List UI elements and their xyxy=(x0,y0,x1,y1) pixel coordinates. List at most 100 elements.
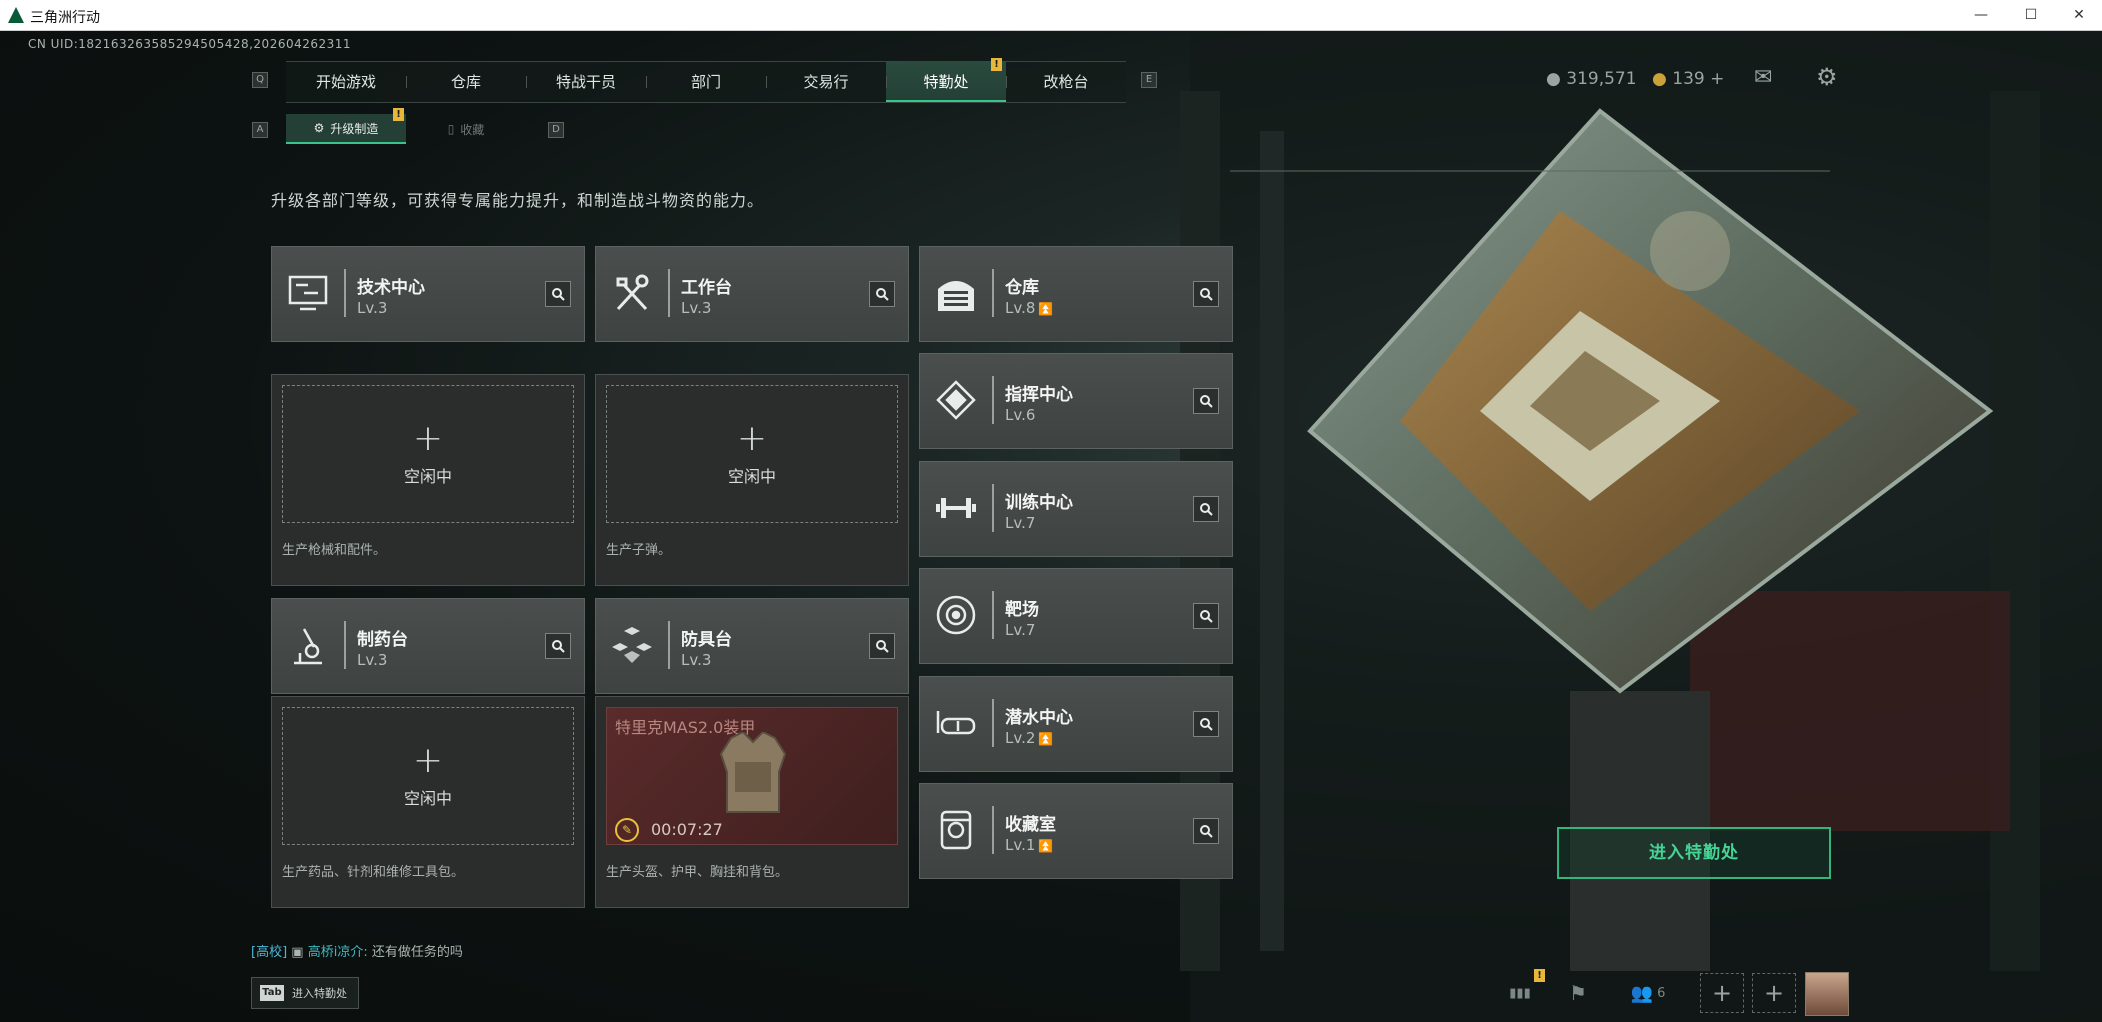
production-slot-pharmacy[interactable]: + 空闲中 生产药品、针剂和维修工具包。 xyxy=(271,696,585,908)
card-separator xyxy=(668,269,670,317)
facility-level: Lv.7 xyxy=(1005,514,1036,532)
subtab-collection-label: 收藏 xyxy=(460,122,485,137)
production-slot-workbench[interactable]: + 空闲中 生产子弹。 xyxy=(595,374,909,586)
prev-subtab-key: A xyxy=(252,122,268,138)
stats-alert-badge: ! xyxy=(1534,969,1545,982)
slot-description: 生产子弹。 xyxy=(606,543,672,558)
facility-level-text: Lv.1 xyxy=(1005,836,1036,854)
friends-button[interactable]: 👥 6 xyxy=(1620,975,1676,1011)
tab-shortcut-hint[interactable]: Tab 进入特勤处 xyxy=(251,977,359,1009)
idle-slot[interactable]: + 空闲中 xyxy=(606,385,898,523)
active-production[interactable]: 特里克MAS2.0装甲 ✎ 00:07:27 xyxy=(606,707,898,845)
ticket-icon: ● xyxy=(1652,69,1667,89)
facility-card-collection[interactable]: 收藏室 Lv.1 ⏫ xyxy=(919,783,1233,879)
facility-card-range[interactable]: 靶场 Lv.7 xyxy=(919,568,1233,664)
sub-tabs: ⚙ 升级制造 ! ▯ 收藏 xyxy=(286,108,526,144)
tools-icon xyxy=(610,271,654,315)
facility-name: 技术中心 xyxy=(357,278,425,298)
diving-mask-icon xyxy=(934,701,978,745)
main-tabs: 开始游戏 仓库 特战干员 部门 交易行 特勤处! 改枪台 xyxy=(286,58,1126,103)
microscope-icon xyxy=(286,623,330,667)
card-separator xyxy=(992,591,994,639)
tab-start-game[interactable]: 开始游戏 xyxy=(286,62,406,102)
add-teammate-button[interactable]: + xyxy=(1752,973,1796,1013)
card-separator xyxy=(992,269,994,317)
gear-icon[interactable]: ⚙ xyxy=(1816,63,1838,91)
monitor-icon xyxy=(286,271,330,315)
add-teammate-button[interactable]: + xyxy=(1700,973,1744,1013)
search-icon[interactable] xyxy=(869,633,895,659)
chat-message[interactable]: [高校] ▣ 高桥i凉介: 还有做任务的吗 xyxy=(251,941,463,960)
vault-icon xyxy=(934,808,978,852)
avatar[interactable] xyxy=(1805,972,1849,1016)
plus-icon: + xyxy=(412,740,444,781)
player-uid: CN UID:182163263585294505428,20260426231… xyxy=(28,37,352,51)
search-icon[interactable] xyxy=(545,281,571,307)
facility-card-armor[interactable]: 防具台 Lv.3 xyxy=(595,598,909,694)
facility-name: 仓库 xyxy=(1005,278,1039,298)
tab-warehouse[interactable]: 仓库 xyxy=(406,62,526,102)
production-slot-tech[interactable]: + 空闲中 生产枪械和配件。 xyxy=(271,374,585,586)
add-currency-button[interactable]: + xyxy=(1710,69,1724,89)
stats-icon[interactable]: ▮▮▮! xyxy=(1500,969,1545,1011)
tab-departments[interactable]: 部门 xyxy=(646,62,766,102)
subtab-alert-badge: ! xyxy=(393,108,404,121)
prev-tab-key: Q xyxy=(252,72,268,88)
close-button[interactable]: ✕ xyxy=(2056,0,2102,31)
card-separator xyxy=(344,621,346,669)
search-icon[interactable] xyxy=(1193,711,1219,737)
idle-label: 空闲中 xyxy=(403,467,452,486)
idle-slot[interactable]: + 空闲中 xyxy=(282,385,574,523)
ticket-amount: 139 xyxy=(1672,69,1705,89)
ticket-balance[interactable]: ● 139 + xyxy=(1652,69,1724,89)
flag-icon[interactable]: ⚑ xyxy=(1558,975,1598,1011)
tab-hint-label: 进入特勤处 xyxy=(292,987,347,1000)
tab-gunsmith[interactable]: 改枪台 xyxy=(1006,62,1126,102)
search-icon[interactable] xyxy=(1193,603,1219,629)
mail-icon[interactable]: ✉ xyxy=(1754,65,1772,90)
maximize-button[interactable]: ☐ xyxy=(2008,0,2054,31)
search-icon[interactable] xyxy=(1193,818,1219,844)
game-viewport: CN UID:182163263585294505428,20260426231… xyxy=(0,31,2102,1022)
search-icon[interactable] xyxy=(1193,281,1219,307)
tab-market[interactable]: 交易行 xyxy=(766,62,886,102)
facility-name: 潜水中心 xyxy=(1005,708,1073,728)
tab-operators[interactable]: 特战干员 xyxy=(526,62,646,102)
production-slot-armor[interactable]: 特里克MAS2.0装甲 ✎ 00:07:27 生产头盔、护甲、胸挂和背包。 xyxy=(595,696,909,908)
tab-special-ops-label: 特勤处 xyxy=(923,73,969,91)
subtab-collection[interactable]: ▯ 收藏 xyxy=(406,114,526,144)
facility-card-training[interactable]: 训练中心 Lv.7 xyxy=(919,461,1233,557)
search-icon[interactable] xyxy=(1193,496,1219,522)
subtab-upgrade[interactable]: ⚙ 升级制造 ! xyxy=(286,108,406,144)
minimize-button[interactable]: — xyxy=(1958,0,2004,31)
search-icon[interactable] xyxy=(1193,388,1219,414)
window-titlebar: 三角洲行动 — ☐ ✕ xyxy=(0,0,2102,31)
app-icon xyxy=(8,7,24,23)
upgrade-arrow-icon: ⏫ xyxy=(1038,839,1054,853)
armor-vest-image xyxy=(719,732,787,813)
facility-card-warehouse[interactable]: 仓库 Lv.8 ⏫ xyxy=(919,246,1233,342)
plus-icon: + xyxy=(412,418,444,459)
enter-special-ops-button[interactable]: 进入特勤处 xyxy=(1557,827,1831,879)
facility-level: Lv.7 xyxy=(1005,621,1036,639)
plus-icon: + xyxy=(736,418,768,459)
facility-card-tech[interactable]: 技术中心 Lv.3 xyxy=(271,246,585,342)
facility-level-text: Lv.2 xyxy=(1005,729,1036,747)
chat-channel: [高校] xyxy=(251,945,288,960)
idle-slot[interactable]: + 空闲中 xyxy=(282,707,574,845)
facility-card-diving[interactable]: 潜水中心 Lv.2 ⏫ xyxy=(919,676,1233,772)
target-icon xyxy=(934,593,978,637)
card-separator xyxy=(992,484,994,532)
card-separator xyxy=(668,621,670,669)
facility-name: 指挥中心 xyxy=(1005,385,1073,405)
upgrade-arrow-icon: ⏫ xyxy=(1038,302,1054,316)
facility-card-command[interactable]: 指挥中心 Lv.6 xyxy=(919,353,1233,449)
facility-card-workbench[interactable]: 工作台 Lv.3 xyxy=(595,246,909,342)
facility-card-pharmacy[interactable]: 制药台 Lv.3 xyxy=(271,598,585,694)
next-subtab-key: D xyxy=(548,122,564,138)
chat-sender: 高桥i凉介: xyxy=(307,945,368,960)
card-separator xyxy=(992,806,994,854)
tab-special-ops[interactable]: 特勤处! xyxy=(886,58,1006,102)
search-icon[interactable] xyxy=(545,633,571,659)
search-icon[interactable] xyxy=(869,281,895,307)
